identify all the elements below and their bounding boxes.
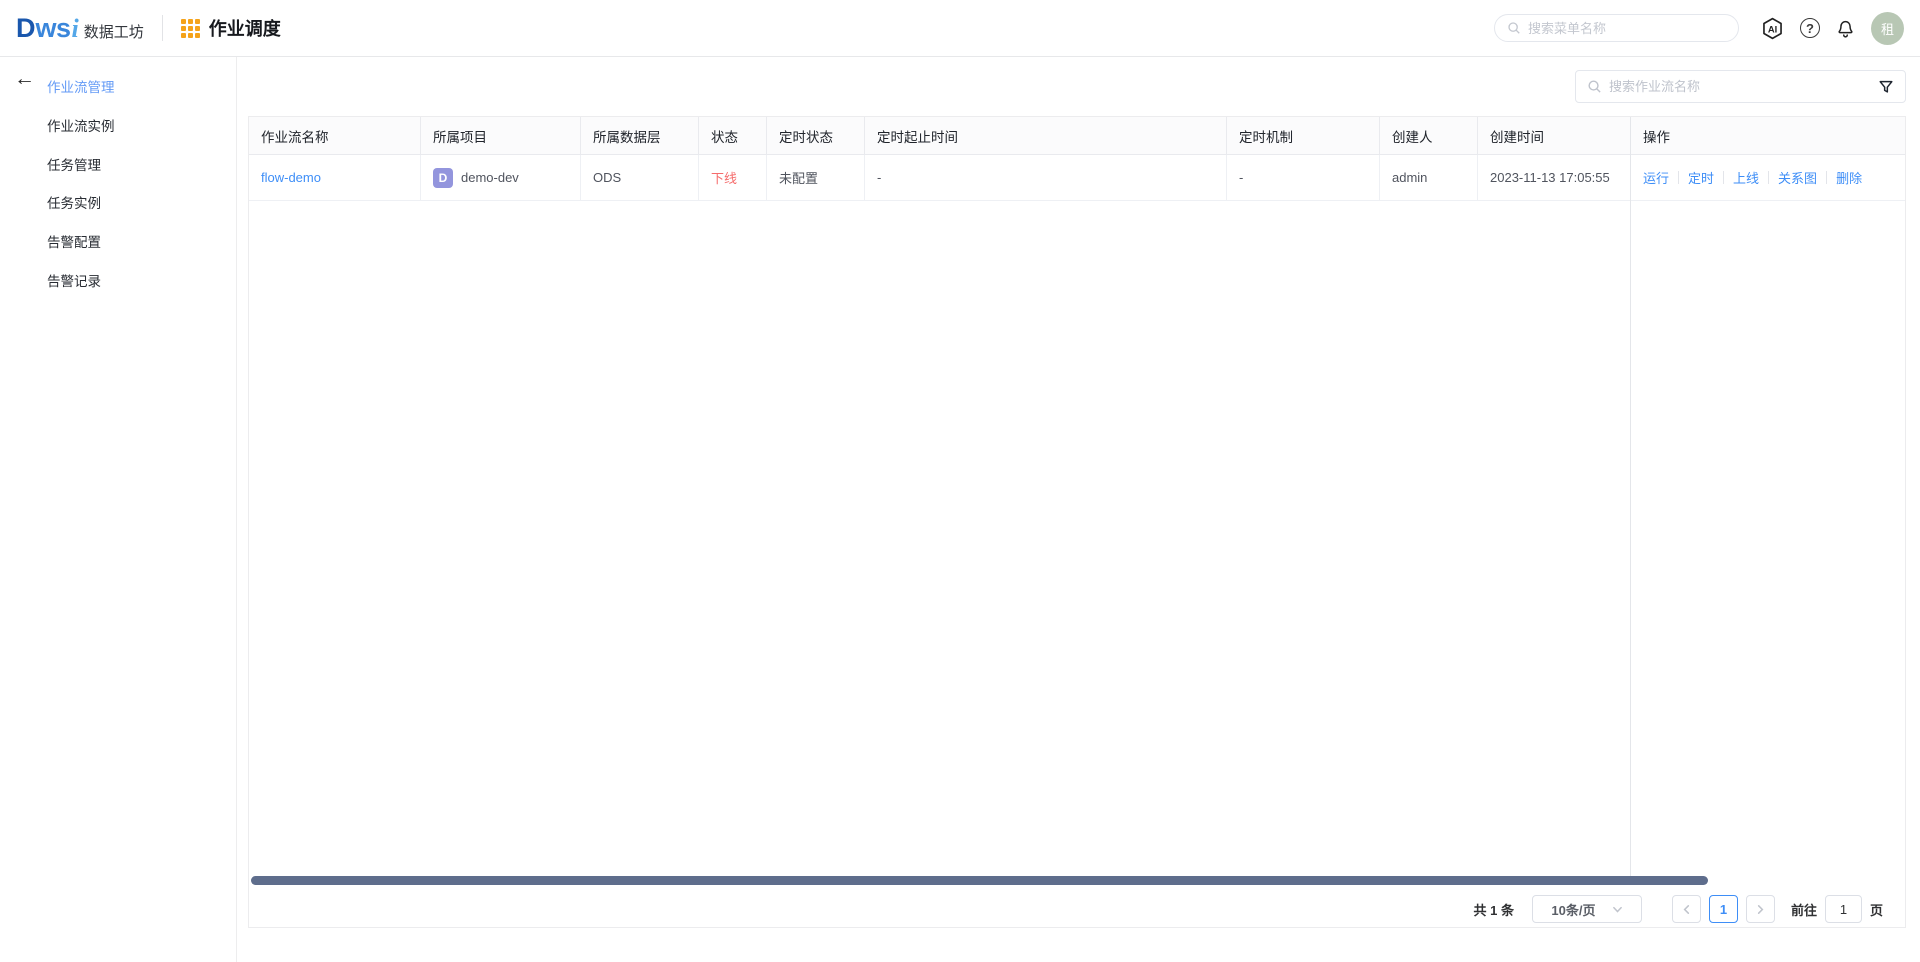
creator-cell: admin xyxy=(1380,155,1478,200)
column-header-creator: 创建人 xyxy=(1380,117,1478,154)
action-delete-link[interactable]: 删除 xyxy=(1836,168,1862,187)
search-icon xyxy=(1587,79,1602,94)
workflow-table-card: 作业流名称 所属项目 所属数据层 状态 定时状态 定时起止时间 定时机制 创建人… xyxy=(248,116,1906,928)
chevron-right-icon xyxy=(1755,904,1766,915)
action-separator xyxy=(1678,171,1679,184)
column-header-schedule-mechanism: 定时机制 xyxy=(1227,117,1380,154)
workflow-name-link[interactable]: flow-demo xyxy=(261,170,321,185)
chevron-left-icon xyxy=(1681,904,1692,915)
goto-suffix: 页 xyxy=(1870,900,1883,919)
action-relation-graph-link[interactable]: 关系图 xyxy=(1778,168,1817,187)
workflow-search-input[interactable] xyxy=(1609,79,1871,94)
schedule-status-cell: 未配置 xyxy=(767,155,865,200)
workflow-search-box[interactable] xyxy=(1575,70,1906,103)
page-title: 作业调度 xyxy=(209,15,281,41)
created-at-cell: 2023-11-13 17:05:55 xyxy=(1478,155,1631,200)
sidebar-item-task-management[interactable]: 任务管理 xyxy=(47,144,115,183)
sidebar-item-workflow-management[interactable]: 作业流管理 xyxy=(47,67,115,106)
chevron-down-icon xyxy=(1612,904,1623,915)
sidebar: ← 作业流管理 作业流实例 任务管理 任务实例 告警配置 告警记录 xyxy=(0,57,237,962)
prev-page-button[interactable] xyxy=(1672,895,1701,923)
header-divider xyxy=(162,15,163,41)
action-online-link[interactable]: 上线 xyxy=(1733,168,1759,187)
table-header-row: 作业流名称 所属项目 所属数据层 状态 定时状态 定时起止时间 定时机制 创建人… xyxy=(249,117,1905,155)
search-icon xyxy=(1507,21,1521,35)
schedule-mechanism-cell: - xyxy=(1227,155,1380,200)
menu-search-input[interactable] xyxy=(1528,21,1726,36)
schedule-range-cell: - xyxy=(865,155,1227,200)
column-header-created-at: 创建时间 xyxy=(1478,117,1631,154)
sidebar-item-alert-records[interactable]: 告警记录 xyxy=(47,260,115,299)
table-row: flow-demo D demo-dev ODS 下线 未配置 - - admi… xyxy=(249,155,1905,201)
column-header-project: 所属项目 xyxy=(421,117,581,154)
data-layer-cell: ODS xyxy=(581,155,699,200)
column-header-data-layer: 所属数据层 xyxy=(581,117,699,154)
project-badge: D xyxy=(433,168,453,188)
avatar-text: 租 xyxy=(1881,19,1894,38)
logo-product-name: 数据工坊 xyxy=(84,21,144,42)
current-page-button[interactable]: 1 xyxy=(1709,895,1738,923)
sidebar-item-workflow-instances[interactable]: 作业流实例 xyxy=(47,106,115,145)
svg-text:AI: AI xyxy=(1768,24,1777,34)
action-separator xyxy=(1826,171,1827,184)
next-page-button[interactable] xyxy=(1746,895,1775,923)
action-schedule-link[interactable]: 定时 xyxy=(1688,168,1714,187)
column-header-workflow-name: 作业流名称 xyxy=(249,117,421,154)
logo-letter-i: i xyxy=(72,16,79,42)
user-avatar[interactable]: 租 xyxy=(1871,12,1904,45)
action-separator xyxy=(1723,171,1724,184)
help-icon[interactable]: ? xyxy=(1800,18,1820,38)
pagination: 共 1 条 10条/页 1 前往 页 xyxy=(1474,891,1884,927)
pagination-total: 共 1 条 xyxy=(1474,900,1514,919)
logo-letters-ws: ws xyxy=(36,15,71,42)
sidebar-back-icon[interactable]: ← xyxy=(14,68,35,89)
project-name: demo-dev xyxy=(461,170,519,185)
fixed-column-divider xyxy=(1630,117,1631,885)
goto-page-input[interactable] xyxy=(1825,895,1862,923)
app-grid-icon[interactable] xyxy=(181,19,200,38)
top-header: Dwsi 数据工坊 作业调度 AI ? xyxy=(0,0,1920,57)
goto-label: 前往 xyxy=(1791,900,1817,919)
column-header-actions: 操作 xyxy=(1631,117,1905,154)
ai-assistant-icon[interactable]: AI xyxy=(1760,16,1785,41)
sidebar-menu: 作业流管理 作业流实例 任务管理 任务实例 告警配置 告警记录 xyxy=(47,67,115,299)
sidebar-item-alert-config[interactable]: 告警配置 xyxy=(47,222,115,261)
column-header-schedule-status: 定时状态 xyxy=(767,117,865,154)
column-header-schedule-range: 定时起止时间 xyxy=(865,117,1227,154)
action-separator xyxy=(1768,171,1769,184)
page-size-value: 10条/页 xyxy=(1551,900,1595,919)
notification-bell-icon[interactable] xyxy=(1835,18,1856,39)
page-size-select[interactable]: 10条/页 xyxy=(1532,895,1642,923)
sidebar-item-task-instances[interactable]: 任务实例 xyxy=(47,183,115,222)
menu-search-box[interactable] xyxy=(1494,14,1739,42)
row-actions: 运行 定时 上线 关系图 删除 xyxy=(1643,168,1862,187)
action-run-link[interactable]: 运行 xyxy=(1643,168,1669,187)
filter-funnel-icon[interactable] xyxy=(1878,79,1894,95)
brand-logo[interactable]: Dwsi 数据工坊 xyxy=(16,15,144,42)
column-header-status: 状态 xyxy=(699,117,767,154)
status-badge: 下线 xyxy=(711,168,737,187)
horizontal-scrollbar[interactable] xyxy=(251,876,1708,885)
logo-letter-d: D xyxy=(16,15,36,42)
app-root: Dwsi 数据工坊 作业调度 AI ? xyxy=(0,0,1920,962)
